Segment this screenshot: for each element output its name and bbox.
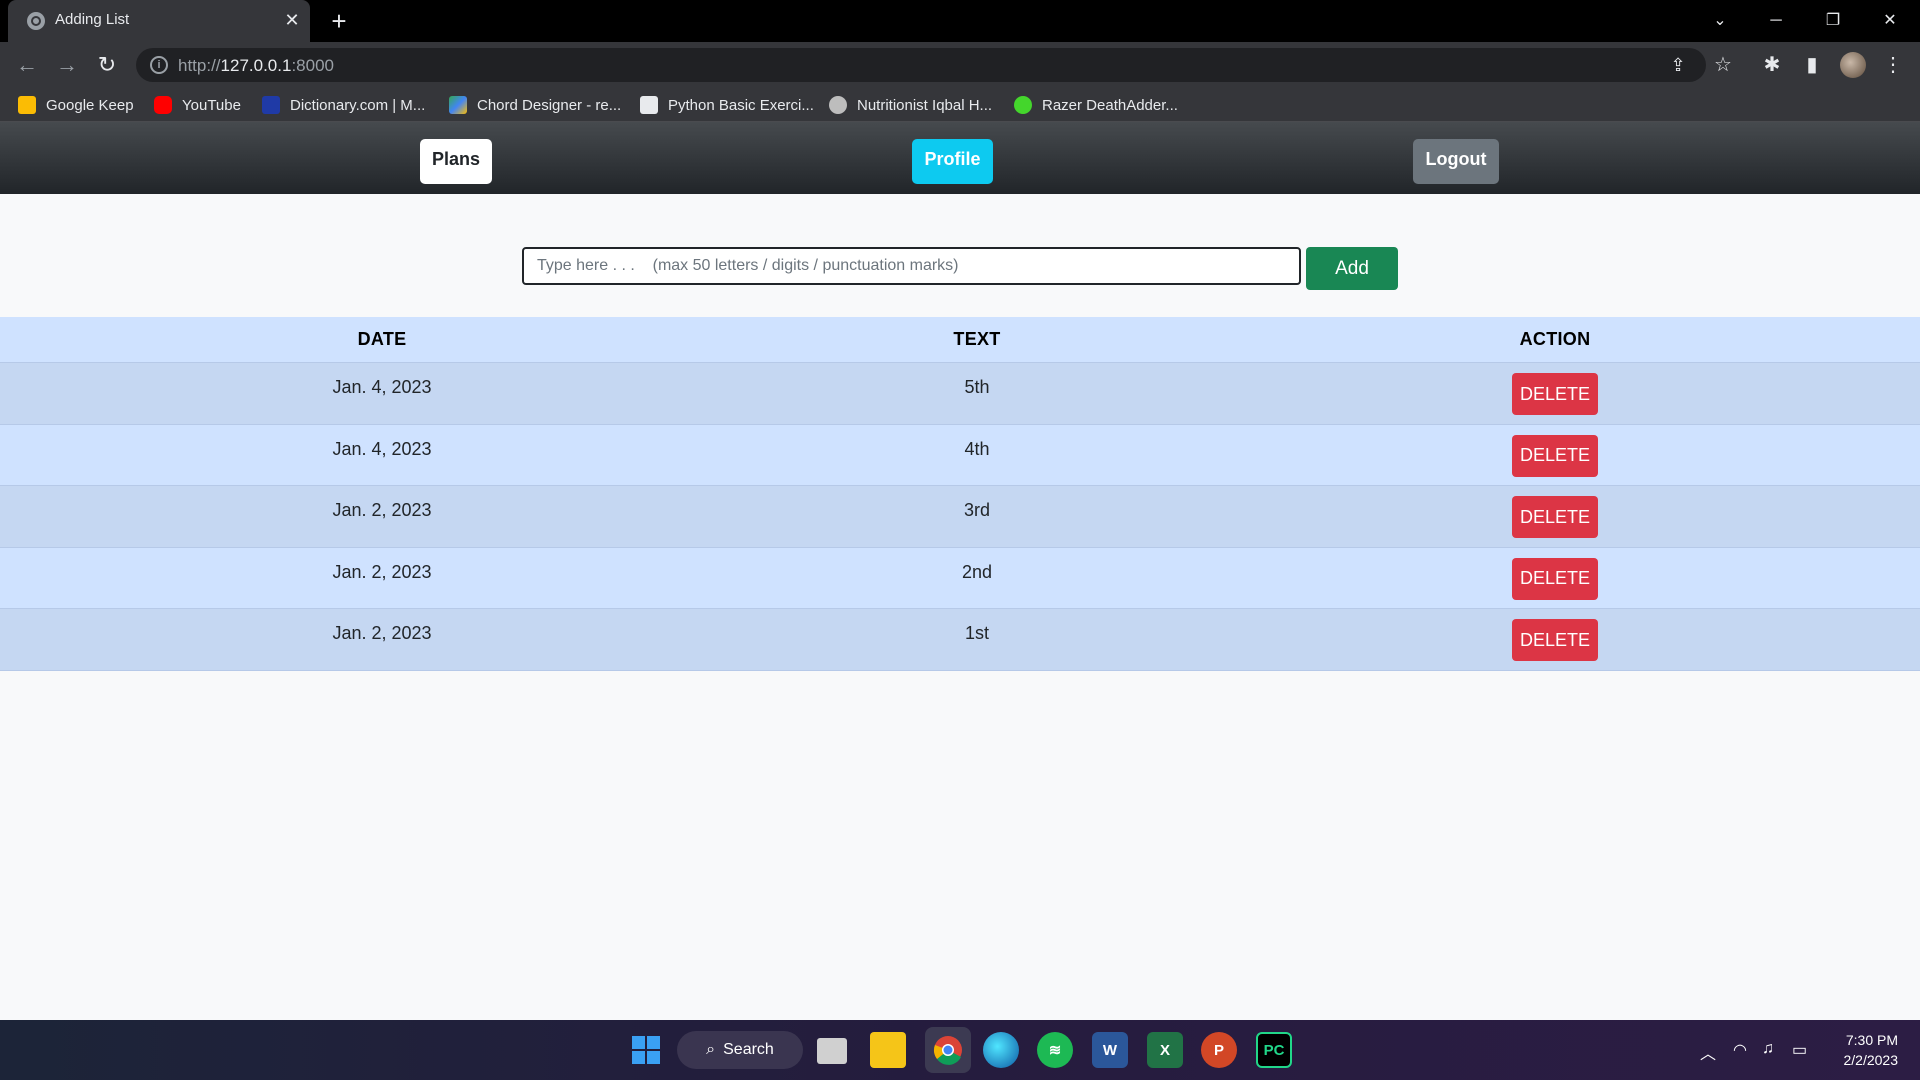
new-tab-icon[interactable]: +	[324, 6, 354, 36]
logout-button[interactable]: Logout	[1413, 139, 1499, 184]
spotify-icon[interactable]: ≋	[1037, 1032, 1073, 1068]
bookmark-star-icon[interactable]: ☆	[1708, 50, 1738, 80]
row-date: Jan. 4, 2023	[332, 377, 432, 397]
w3resource-icon	[640, 96, 658, 114]
items-table: DATE TEXT ACTION Jan. 4, 2023 5th DELETE…	[0, 317, 1920, 671]
bookmark-dictionary[interactable]: Dictionary.com | M...	[262, 94, 425, 116]
row-text: 3rd	[963, 500, 991, 520]
url-text: http://127.0.0.1:8000	[178, 56, 334, 75]
app-navbar: Plans Profile Logout	[0, 122, 1920, 194]
chrome-icon	[933, 1036, 962, 1065]
row-date: Jan. 4, 2023	[332, 438, 432, 459]
add-button[interactable]: Add	[1306, 247, 1398, 290]
delete-button[interactable]: DELETE	[1512, 496, 1598, 538]
word-icon[interactable]: W	[1092, 1032, 1128, 1068]
row-date: Jan. 2, 2023	[332, 561, 432, 582]
tab-title: Adding List	[55, 11, 130, 28]
excel-icon[interactable]: X	[1147, 1032, 1183, 1068]
row-text: 1st	[964, 623, 990, 643]
close-window-icon[interactable]: ✕	[1870, 6, 1910, 36]
reload-icon[interactable]: ↻	[92, 50, 122, 80]
table-header: DATE TEXT ACTION	[0, 317, 1920, 363]
bookmark-google-keep[interactable]: Google Keep	[18, 94, 134, 116]
google-play-icon	[449, 96, 467, 114]
table-row: Jan. 2, 2023 3rd DELETE	[0, 486, 1920, 548]
bookmark-chord-designer[interactable]: Chord Designer - re...	[449, 94, 621, 116]
profile-button[interactable]: Profile	[912, 139, 993, 184]
nutritionist-icon	[829, 96, 847, 114]
delete-button[interactable]: DELETE	[1512, 373, 1598, 415]
system-clock[interactable]: 7:30 PM 2/2/2023	[1826, 1030, 1899, 1070]
dictionary-icon	[262, 96, 280, 114]
search-icon: ⌕	[706, 1041, 716, 1058]
taskbar-search[interactable]: ⌕ Search	[677, 1031, 803, 1069]
row-date: Jan. 2, 2023	[332, 500, 432, 520]
row-text: 4th	[964, 438, 990, 459]
windows-taskbar: ⌕ Search ≋ W X P PC ︿ ◠ ♫ ▭ 7:30 PM 2/2/…	[0, 1020, 1920, 1080]
delete-button[interactable]: DELETE	[1512, 434, 1598, 477]
table-row: Jan. 4, 2023 5th DELETE	[0, 363, 1920, 425]
powerpoint-icon[interactable]: P	[1201, 1032, 1237, 1068]
browser-toolbar: ← → ↻ i http://127.0.0.1:8000 ⇪ ☆ ✱ ▮ ⋮	[0, 42, 1920, 88]
side-panel-icon[interactable]: ▮	[1797, 50, 1827, 80]
file-explorer-icon[interactable]	[870, 1032, 906, 1068]
address-bar[interactable]: i http://127.0.0.1:8000 ⇪	[136, 48, 1706, 82]
share-icon[interactable]: ⇪	[1666, 53, 1690, 77]
forward-icon[interactable]: →	[52, 50, 82, 80]
bookmark-python-exercises[interactable]: Python Basic Exerci...	[640, 94, 814, 116]
site-info-icon[interactable]: i	[150, 56, 168, 74]
menu-kebab-icon[interactable]: ⋮	[1878, 50, 1908, 80]
pycharm-icon[interactable]: PC	[1256, 1032, 1292, 1068]
plans-button[interactable]: Plans	[420, 139, 492, 184]
column-header-text: TEXT	[953, 329, 1001, 349]
volume-icon[interactable]: ♫	[1762, 1040, 1774, 1058]
battery-icon[interactable]: ▭	[1792, 1040, 1807, 1060]
bookmark-youtube[interactable]: YouTube	[154, 94, 241, 116]
profile-avatar[interactable]	[1840, 52, 1866, 78]
google-keep-icon	[18, 96, 36, 114]
extensions-icon[interactable]: ✱	[1757, 50, 1787, 80]
razer-icon	[1014, 96, 1032, 114]
globe-icon	[27, 12, 45, 30]
table-row: Jan. 4, 2023 4th DELETE	[0, 424, 1920, 486]
youtube-icon	[154, 96, 172, 114]
browser-tab[interactable]: Adding List ✕	[8, 0, 310, 42]
column-header-date: DATE	[357, 329, 407, 349]
tab-search-chevron-icon[interactable]: ⌄	[1700, 6, 1740, 36]
bookmark-razer[interactable]: Razer DeathAdder...	[1014, 94, 1178, 116]
bookmark-nutritionist[interactable]: Nutritionist Iqbal H...	[829, 94, 992, 116]
delete-button[interactable]: DELETE	[1512, 557, 1598, 600]
table-row: Jan. 2, 2023 1st DELETE	[0, 609, 1920, 671]
bookmarks-bar: Google Keep YouTube Dictionary.com | M..…	[0, 88, 1920, 122]
row-date: Jan. 2, 2023	[332, 623, 432, 643]
row-text: 5th	[964, 377, 990, 397]
windows-start-icon[interactable]	[628, 1032, 664, 1068]
show-hidden-icons-chevron-icon[interactable]: ︿	[1700, 1040, 1716, 1064]
delete-button[interactable]: DELETE	[1512, 619, 1598, 661]
back-icon[interactable]: ←	[12, 50, 42, 80]
task-view-icon[interactable]	[817, 1038, 847, 1064]
table-row: Jan. 2, 2023 2nd DELETE	[0, 547, 1920, 609]
close-tab-icon[interactable]: ✕	[280, 8, 304, 32]
row-text: 2nd	[961, 561, 993, 582]
browser-tab-strip: Adding List ✕ + ⌄ ─ ❐ ✕	[0, 0, 1920, 42]
column-header-action: ACTION	[1519, 329, 1591, 349]
restore-icon[interactable]: ❐	[1813, 6, 1853, 36]
chrome-taskbar-button[interactable]	[925, 1027, 971, 1073]
minimize-icon[interactable]: ─	[1756, 6, 1796, 36]
windows-logo-icon	[632, 1036, 660, 1064]
item-text-input[interactable]	[522, 247, 1301, 285]
edge-icon[interactable]	[983, 1032, 1019, 1068]
wifi-icon[interactable]: ◠	[1733, 1040, 1747, 1060]
